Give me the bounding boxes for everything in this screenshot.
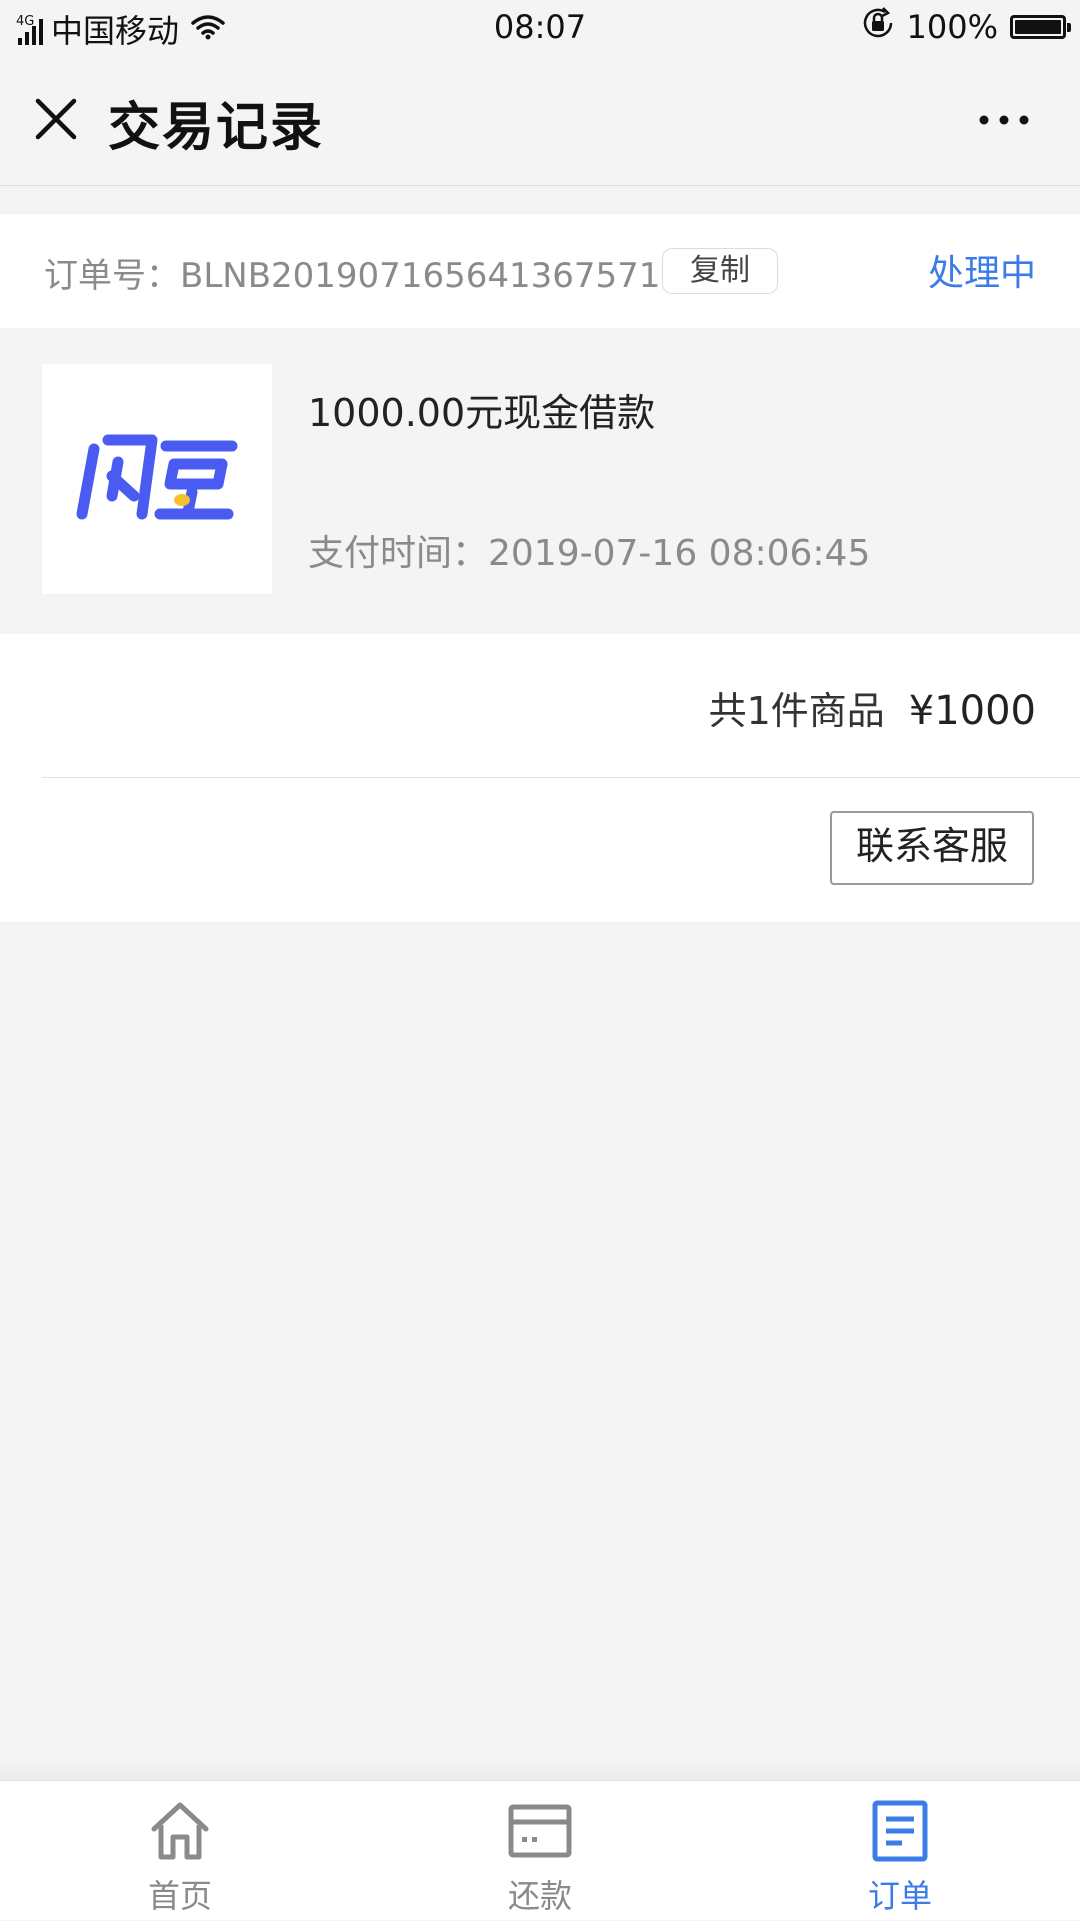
- order-status: 处理中: [927, 253, 1036, 294]
- more-options-button[interactable]: [974, 105, 1034, 135]
- bottom-shadow: [0, 1760, 1080, 1780]
- pay-time-value: 2019-07-16 08:06:45: [488, 533, 871, 574]
- status-right: 100%: [861, 6, 1071, 48]
- divider: [42, 777, 1080, 778]
- copy-button[interactable]: 复制: [662, 248, 778, 294]
- product-name: 1000.00元现金借款: [308, 391, 656, 435]
- contact-support-button[interactable]: 联系客服: [830, 811, 1034, 885]
- card-icon: [508, 1804, 572, 1858]
- battery-icon: [1010, 15, 1071, 39]
- product-logo: [42, 364, 272, 594]
- pay-time: 支付时间：2019-07-16 08:06:45: [308, 524, 870, 576]
- order-header: 订单号：BLNB2019071656413675713 复制 处理中: [0, 214, 1080, 328]
- bottom-nav: 首页 还款 订单: [0, 1780, 1080, 1920]
- order-total: ¥1000: [908, 688, 1036, 734]
- shandou-logo-icon: [76, 434, 238, 520]
- item-count: 共1件商品: [708, 689, 885, 733]
- order-number: 订单号：BLNB2019071656413675713: [44, 248, 682, 297]
- order-number-value: BLNB2019071656413675713: [180, 256, 683, 296]
- order-number-label: 订单号：: [44, 256, 180, 296]
- order-summary: 共1件商品 ¥1000 联系客服: [0, 634, 1080, 922]
- page-title: 交易记录: [108, 98, 325, 158]
- product-item[interactable]: 1000.00元现金借款 支付时间：2019-07-16 08:06:45: [0, 328, 1080, 634]
- nav-item-orders[interactable]: 订单: [720, 1781, 1080, 1921]
- nav-label-orders: 订单: [867, 1877, 932, 1915]
- nav-item-repay[interactable]: 还款: [360, 1781, 720, 1921]
- nav-item-home[interactable]: 首页: [0, 1781, 360, 1921]
- close-icon: [35, 98, 77, 140]
- order-icon: [872, 1800, 928, 1862]
- summary-line: 共1件商品 ¥1000: [709, 680, 1036, 735]
- title-bar: 交易记录: [0, 55, 1080, 186]
- pay-time-label: 支付时间：: [308, 533, 489, 574]
- home-icon: [151, 1802, 209, 1860]
- close-button[interactable]: [28, 91, 84, 147]
- status-bar: 4G 中国移动 08:07 100%: [0, 0, 1080, 55]
- rotation-lock-icon: [861, 6, 895, 48]
- nav-label-home: 首页: [147, 1877, 212, 1915]
- battery-percent: 100%: [906, 8, 998, 46]
- more-dots-icon: [979, 115, 1029, 125]
- nav-label-repay: 还款: [507, 1877, 572, 1915]
